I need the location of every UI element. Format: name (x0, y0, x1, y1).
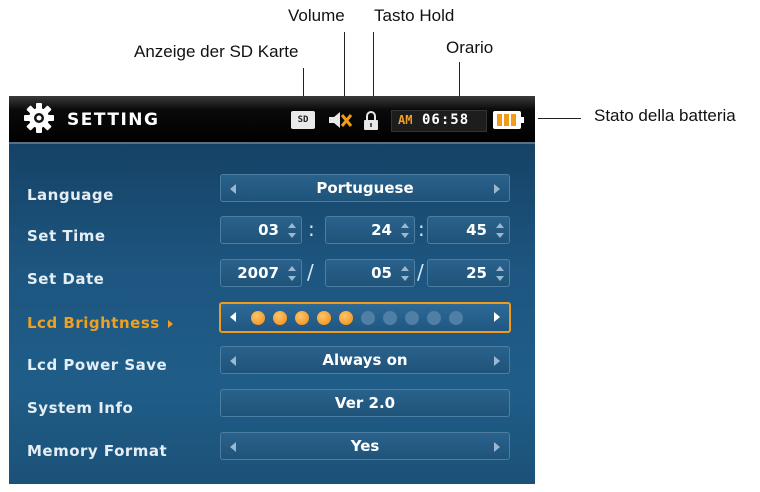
lock-icon (364, 111, 378, 130)
lcd-brightness-label: Lcd Brightness (27, 314, 174, 332)
spin-arrows-icon[interactable] (288, 223, 296, 239)
brightness-level-dot (317, 311, 331, 325)
battery-icon (493, 111, 524, 129)
language-label: Language (27, 186, 114, 204)
callout-battery: Stato della batteria (594, 106, 736, 125)
brightness-level-dot (251, 311, 265, 325)
brightness-level-dot (427, 311, 441, 325)
device-screen: SETTING SD AM 06:58 Language Portuguese (9, 96, 535, 484)
hour-stepper[interactable]: 03 (220, 216, 302, 244)
spin-arrows-icon[interactable] (496, 266, 504, 282)
gear-icon (24, 103, 54, 133)
date-separator: / (417, 260, 424, 284)
set-date-label: Set Date (27, 270, 105, 288)
time-separator: : (308, 217, 315, 241)
day-value: 25 (466, 264, 487, 282)
page-title: SETTING (67, 110, 160, 130)
lcd-brightness-text: Lcd Brightness (27, 314, 160, 332)
date-separator: / (307, 260, 314, 284)
memory-format-label: Memory Format (27, 442, 168, 460)
clock-ampm: AM (398, 113, 413, 127)
system-info-value: Ver 2.0 (334, 394, 396, 412)
spin-arrows-icon[interactable] (401, 266, 409, 282)
brightness-level-dot (405, 311, 419, 325)
language-selector[interactable]: Portuguese (220, 174, 510, 202)
lcd-brightness-slider[interactable] (219, 302, 511, 333)
arrow-right-icon (168, 320, 174, 328)
spin-arrows-icon[interactable] (288, 266, 296, 282)
sd-card-icon: SD (291, 111, 315, 129)
lcd-power-save-label: Lcd Power Save (27, 356, 168, 374)
system-info-display: Ver 2.0 (220, 389, 510, 417)
system-info-label: System Info (27, 399, 134, 417)
spin-arrows-icon[interactable] (401, 223, 409, 239)
brightness-level-dot (383, 311, 397, 325)
status-bar-divider (9, 142, 535, 144)
callout-sd-card: Anzeige der SD Karte (134, 42, 299, 61)
hour-value: 03 (258, 221, 279, 239)
clock: AM 06:58 (391, 110, 487, 132)
brightness-level-dot (361, 311, 375, 325)
arrow-right-icon[interactable] (494, 442, 500, 452)
minute-value: 24 (371, 221, 392, 239)
arrow-right-icon[interactable] (494, 356, 500, 366)
second-value: 45 (466, 221, 487, 239)
volume-mute-icon (329, 112, 353, 128)
day-stepper[interactable]: 25 (427, 259, 510, 287)
month-value: 05 (371, 264, 392, 282)
memory-format-value: Yes (350, 437, 380, 455)
arrow-right-icon[interactable] (494, 312, 500, 322)
lcd-power-save-value: Always on (322, 351, 408, 369)
status-bar: SETTING SD AM 06:58 (9, 96, 535, 142)
year-value: 2007 (237, 264, 279, 282)
brightness-level-dot (449, 311, 463, 325)
callout-clock: Orario (446, 38, 494, 57)
language-value: Portuguese (316, 179, 414, 197)
brightness-level-dot (339, 311, 353, 325)
year-stepper[interactable]: 2007 (220, 259, 302, 287)
brightness-level-dot (273, 311, 287, 325)
arrow-left-icon[interactable] (230, 312, 236, 322)
memory-format-selector[interactable]: Yes (220, 432, 510, 460)
callout-volume: Volume (288, 6, 345, 25)
set-time-label: Set Time (27, 227, 106, 245)
minute-stepper[interactable]: 24 (325, 216, 415, 244)
lcd-power-save-selector[interactable]: Always on (220, 346, 510, 374)
time-separator: : (418, 217, 425, 241)
month-stepper[interactable]: 05 (325, 259, 415, 287)
leader-battery (538, 118, 581, 119)
callout-hold-switch: Tasto Hold (374, 6, 455, 25)
second-stepper[interactable]: 45 (427, 216, 510, 244)
arrow-right-icon[interactable] (494, 184, 500, 194)
brightness-level-dot (295, 311, 309, 325)
clock-time: 06:58 (422, 112, 470, 128)
spin-arrows-icon[interactable] (496, 223, 504, 239)
